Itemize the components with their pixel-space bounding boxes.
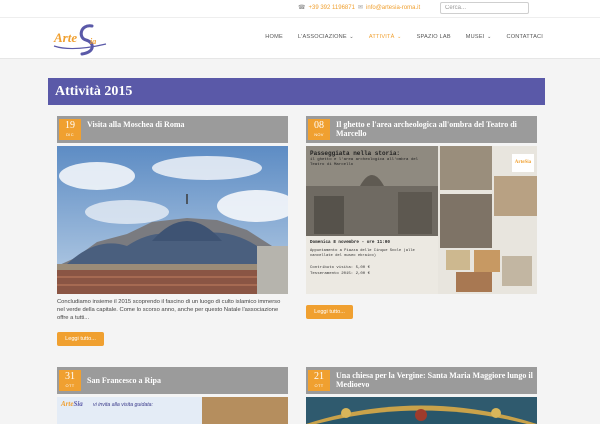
site-header: Arte ia HOME L'ASSOCIAZIONE ⌄ ATTIVITÀ ⌄…: [0, 17, 600, 59]
date-badge: 19 DIC: [59, 119, 81, 140]
card-title[interactable]: Il ghetto e l'area archeologica all'ombr…: [336, 120, 533, 138]
email-address: info@artesia-roma.it: [366, 4, 421, 11]
phone-contact[interactable]: ☎ +39 392 1196871: [298, 4, 355, 12]
nav-contattaci[interactable]: CONTATTACI: [507, 34, 544, 40]
activity-card: 21 OTT Una chiesa per la Vergine: Santa …: [306, 367, 537, 424]
painting-thumbnail: [202, 397, 288, 424]
artesia-logo: ArteSia: [512, 154, 534, 172]
date-badge: 08 NOV: [308, 119, 330, 140]
poster-caption: vi invita alla visita guidata:: [93, 402, 153, 408]
artesia-logo: ArteSia: [61, 400, 83, 408]
date-badge: 31 OTT: [59, 370, 81, 391]
nav-associazione[interactable]: L'ASSOCIAZIONE ⌄: [298, 34, 354, 40]
chevron-down-icon: ⌄: [485, 34, 492, 40]
poster-date: Domenica 8 novembre - ore 11:00: [310, 240, 390, 245]
read-more-button[interactable]: Leggi tutto...: [306, 305, 353, 319]
page-title: Attività 2015: [48, 78, 545, 105]
card-header: 08 NOV Il ghetto e l'area archeologica a…: [306, 116, 537, 143]
svg-text:ia: ia: [90, 37, 96, 46]
poster-meeting: Appuntamento a Piazza delle Cinque Scole…: [310, 249, 415, 258]
card-excerpt: Concludiamo insieme il 2015 scoprendo il…: [57, 299, 281, 321]
envelope-icon: ✉: [358, 5, 364, 11]
nav-home[interactable]: HOME: [265, 34, 283, 40]
email-contact[interactable]: ✉ info@artesia-roma.it: [358, 4, 421, 12]
activity-card: 19 DIC Visita alla Moschea di Roma Concl…: [57, 116, 288, 356]
poster-title: Passeggiata nella storia:: [310, 150, 401, 157]
chevron-down-icon: ⌄: [347, 34, 354, 40]
artesia-logo[interactable]: Arte ia: [52, 22, 108, 56]
read-more-button[interactable]: Leggi tutto...: [57, 332, 104, 346]
mosque-photo[interactable]: [57, 146, 288, 294]
chevron-down-icon: ⌄: [395, 34, 402, 40]
san-francesco-poster[interactable]: ArteSia vi invita alla visita guidata:: [57, 397, 288, 424]
phone-number: +39 392 1196871: [308, 4, 355, 11]
card-header: 19 DIC Visita alla Moschea di Roma: [57, 116, 288, 143]
card-title[interactable]: Una chiesa per la Vergine: Santa Maria M…: [336, 371, 533, 389]
activity-card: 08 NOV Il ghetto e l'area archeologica a…: [306, 116, 537, 322]
poster-price: Contributo visita: 5,00 €: [310, 266, 371, 270]
main-nav: HOME L'ASSOCIAZIONE ⌄ ATTIVITÀ ⌄ SPAZIO …: [250, 34, 543, 40]
card-title[interactable]: San Francesco a Ripa: [87, 376, 284, 385]
event-poster[interactable]: Passeggiata nella storia: il ghetto e l'…: [306, 146, 537, 294]
date-badge: 21 OTT: [308, 370, 330, 391]
card-header: 21 OTT Una chiesa per la Vergine: Santa …: [306, 367, 537, 394]
phone-icon: ☎: [298, 5, 306, 11]
top-bar: ☎ +39 392 1196871 ✉ info@artesia-roma.it: [0, 0, 600, 17]
mosaic-photo[interactable]: [306, 397, 537, 424]
poster-subtitle: il ghetto e l'area archeologica all'ombr…: [310, 158, 419, 167]
nav-musei[interactable]: MUSEI ⌄: [466, 34, 492, 40]
card-title[interactable]: Visita alla Moschea di Roma: [87, 120, 284, 129]
nav-spazio-lab[interactable]: SPAZIO LAB: [417, 34, 451, 40]
nav-attivita[interactable]: ATTIVITÀ ⌄: [369, 34, 402, 40]
card-header: 31 OTT San Francesco a Ripa: [57, 367, 288, 394]
search-input[interactable]: [440, 2, 529, 14]
logo-word: Arte: [53, 30, 77, 45]
poster-membership: Tesseramento 2015: 2,00 €: [310, 272, 371, 276]
activity-card: 31 OTT San Francesco a Ripa ArteSia vi i…: [57, 367, 288, 424]
